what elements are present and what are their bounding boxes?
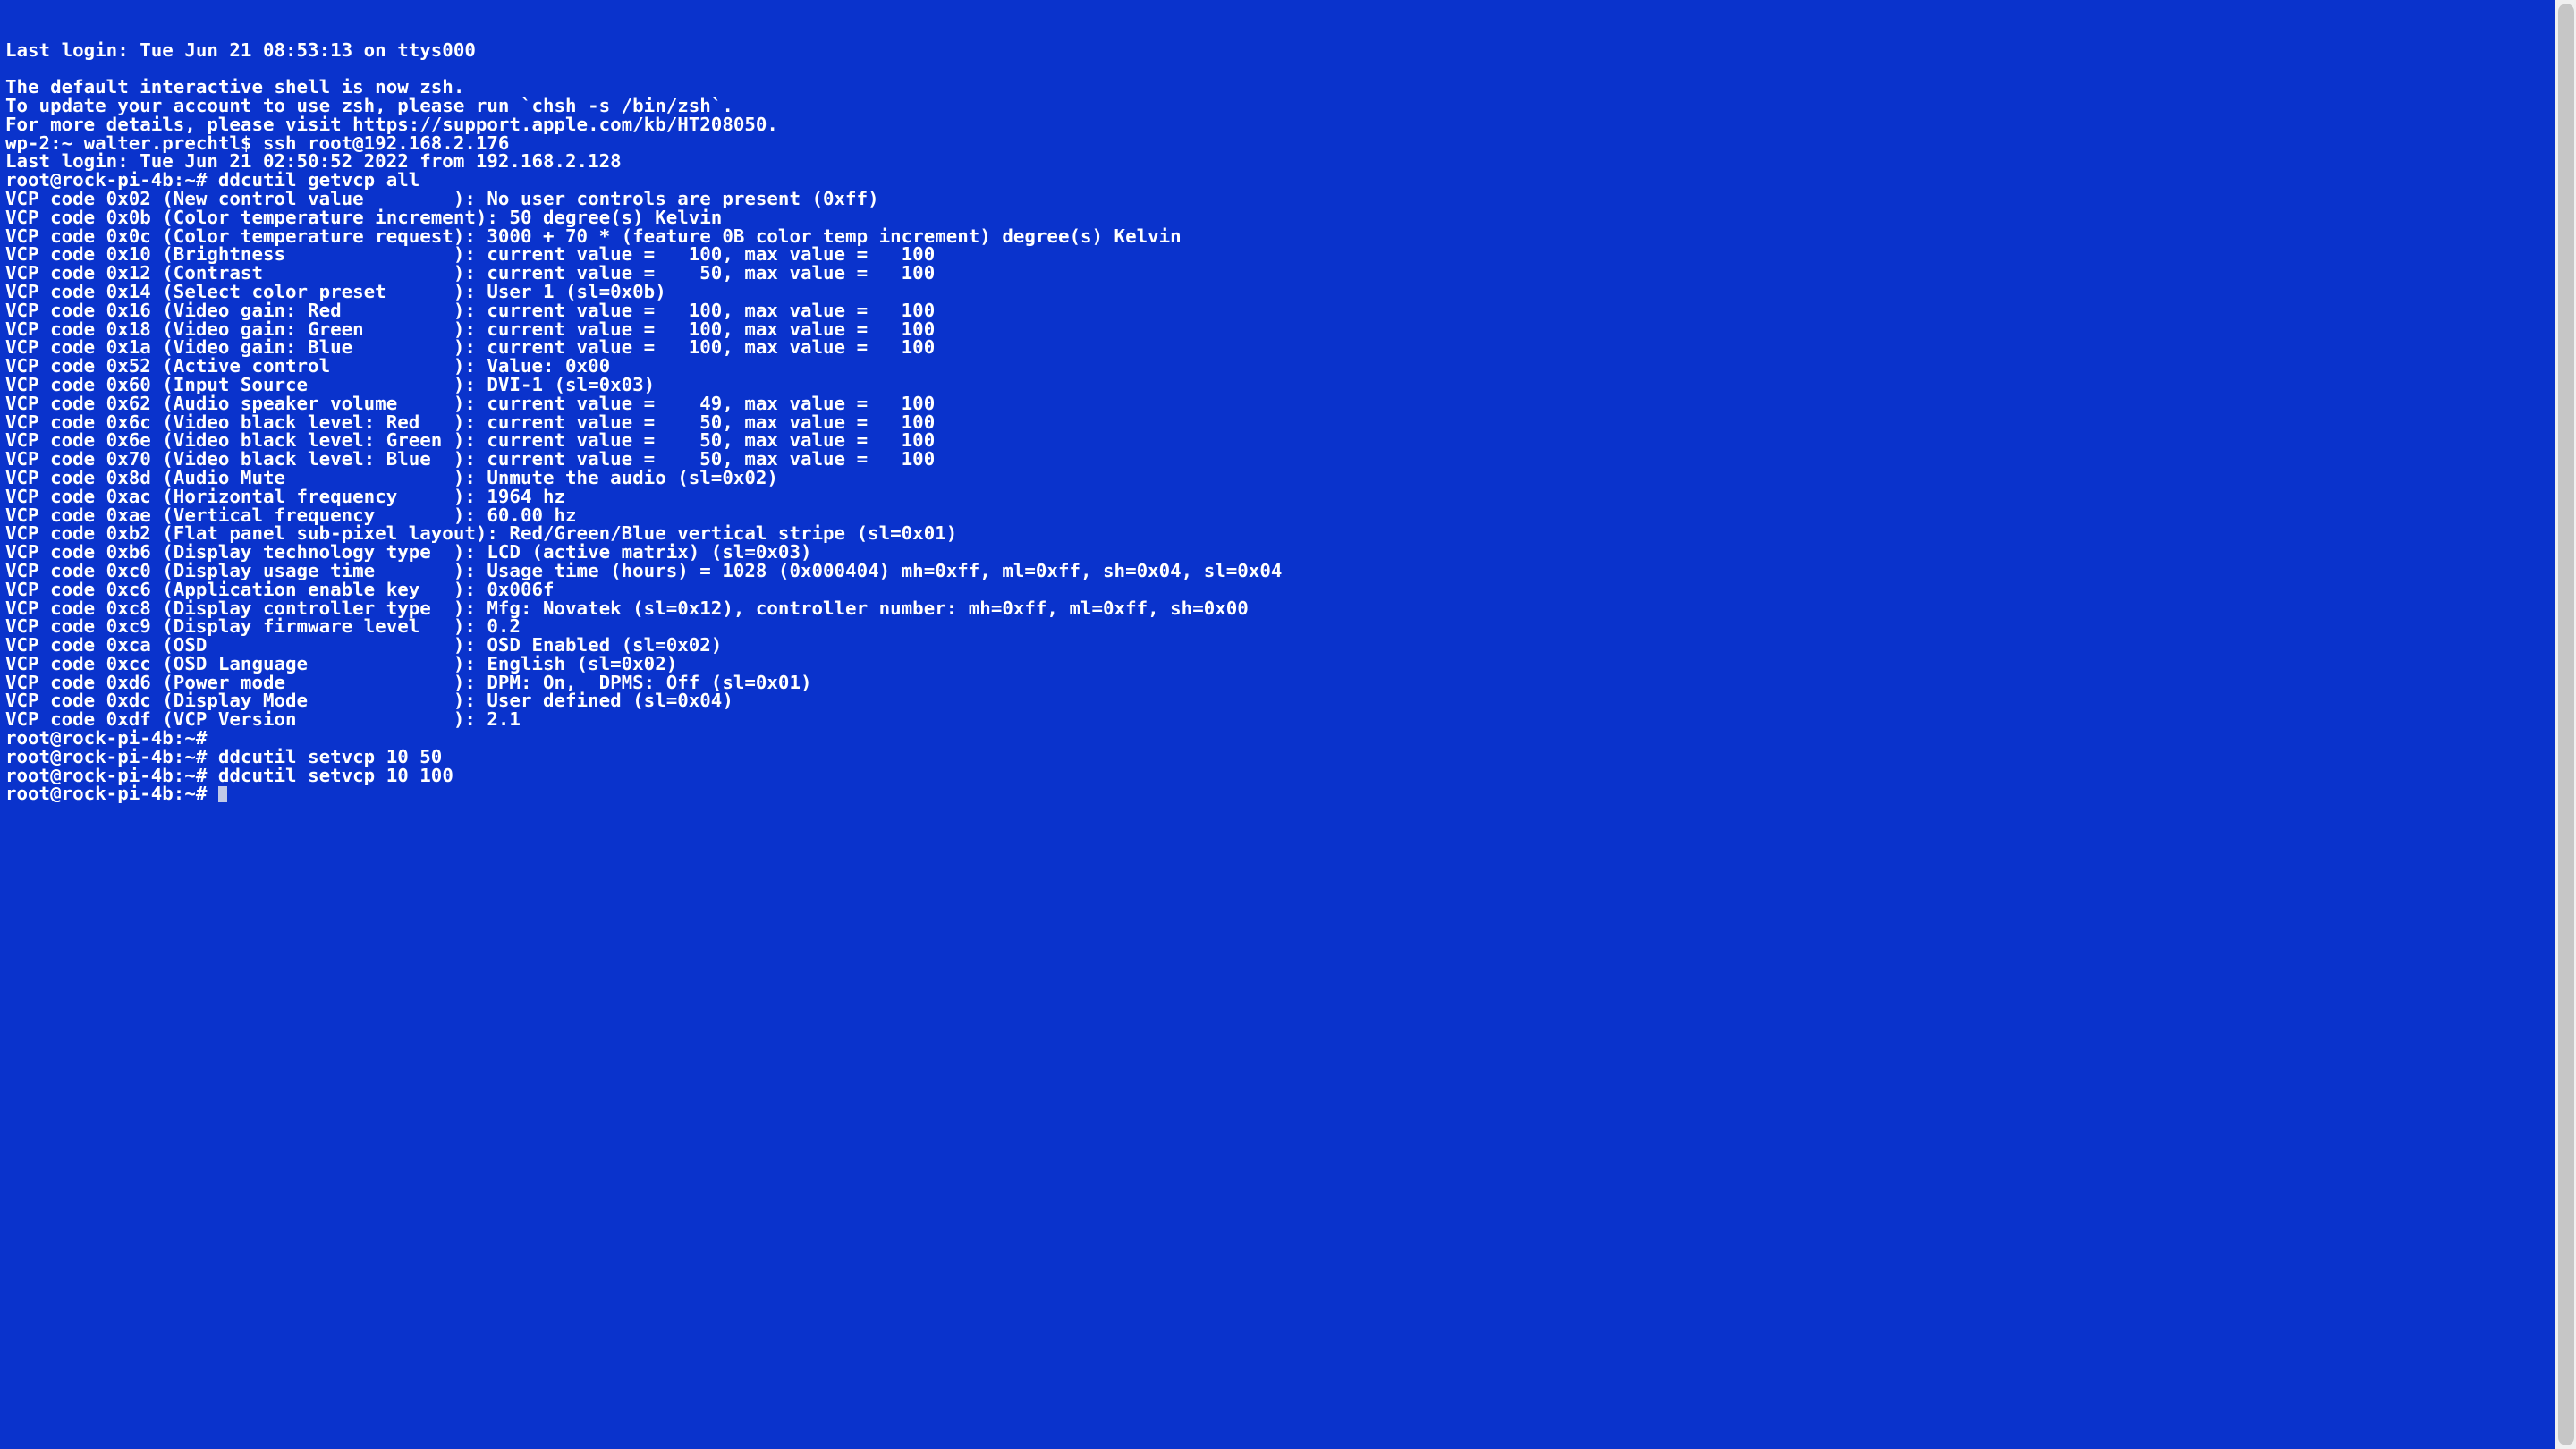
terminal-window[interactable]: Last login: Tue Jun 21 08:53:13 on ttys0… bbox=[0, 0, 2555, 1449]
terminal-line: The default interactive shell is now zsh… bbox=[5, 78, 2549, 97]
terminal-line: VCP code 0xca (OSD ): OSD Enabled (sl=0x… bbox=[5, 636, 2549, 655]
terminal-line: VCP code 0x18 (Video gain: Green ): curr… bbox=[5, 320, 2549, 339]
prompt-line: root@rock-pi-4b:~# ddcutil getvcp all bbox=[5, 171, 2549, 190]
terminal-line: VCP code 0x0c (Color temperature request… bbox=[5, 227, 2549, 246]
terminal-line: VCP code 0x02 (New control value ): No u… bbox=[5, 190, 2549, 208]
terminal-output: Last login: Tue Jun 21 08:53:13 on ttys0… bbox=[5, 41, 2549, 804]
terminal-line: Last login: Tue Jun 21 08:53:13 on ttys0… bbox=[5, 41, 2549, 60]
terminal-line: VCP code 0x14 (Select color preset ): Us… bbox=[5, 283, 2549, 301]
terminal-line: VCP code 0xdc (Display Mode ): User defi… bbox=[5, 691, 2549, 710]
terminal-line: VCP code 0x6c (Video black level: Red ):… bbox=[5, 413, 2549, 432]
terminal-line: VCP code 0x0b (Color temperature increme… bbox=[5, 208, 2549, 227]
terminal-line: VCP code 0x6e (Video black level: Green … bbox=[5, 431, 2549, 450]
terminal-line: VCP code 0x10 (Brightness ): current val… bbox=[5, 245, 2549, 264]
terminal-line: VCP code 0xd6 (Power mode ): DPM: On, DP… bbox=[5, 674, 2549, 692]
terminal-line: VCP code 0x8d (Audio Mute ): Unmute the … bbox=[5, 469, 2549, 487]
terminal-line: VCP code 0xc9 (Display firmware level ):… bbox=[5, 617, 2549, 636]
terminal-line: To update your account to use zsh, pleas… bbox=[5, 97, 2549, 115]
prompt-string: root@rock-pi-4b:~# bbox=[5, 783, 207, 804]
scrollbar-thumb[interactable] bbox=[2558, 4, 2574, 1445]
terminal-line: wp-2:~ walter.prechtl$ ssh root@192.168.… bbox=[5, 134, 2549, 153]
terminal-line: VCP code 0x1a (Video gain: Blue ): curre… bbox=[5, 338, 2549, 357]
terminal-line: VCP code 0x12 (Contrast ): current value… bbox=[5, 264, 2549, 283]
prompt-line: root@rock-pi-4b:~# bbox=[5, 784, 2549, 803]
terminal-line: VCP code 0xc8 (Display controller type )… bbox=[5, 599, 2549, 618]
terminal-line: Last login: Tue Jun 21 02:50:52 2022 fro… bbox=[5, 152, 2549, 171]
terminal-line: VCP code 0xac (Horizontal frequency ): 1… bbox=[5, 487, 2549, 506]
terminal-line: VCP code 0xb6 (Display technology type )… bbox=[5, 543, 2549, 562]
terminal-line: VCP code 0x52 (Active control ): Value: … bbox=[5, 357, 2549, 376]
prompt-line: root@rock-pi-4b:~# bbox=[5, 729, 2549, 748]
terminal-line: VCP code 0xcc (OSD Language ): English (… bbox=[5, 655, 2549, 674]
terminal-line: VCP code 0x60 (Input Source ): DVI-1 (sl… bbox=[5, 376, 2549, 394]
scrollbar-track[interactable] bbox=[2555, 0, 2576, 1449]
command-text: ddcutil setvcp 10 100 bbox=[218, 765, 453, 786]
terminal-line: VCP code 0x16 (Video gain: Red ): curren… bbox=[5, 301, 2549, 320]
terminal-line: VCP code 0x62 (Audio speaker volume ): c… bbox=[5, 394, 2549, 413]
terminal-line: VCP code 0xc0 (Display usage time ): Usa… bbox=[5, 562, 2549, 580]
terminal-line: VCP code 0xc6 (Application enable key ):… bbox=[5, 580, 2549, 599]
terminal-line: VCP code 0xb2 (Flat panel sub-pixel layo… bbox=[5, 524, 2549, 543]
prompt-line: root@rock-pi-4b:~# ddcutil setvcp 10 100 bbox=[5, 767, 2549, 785]
prompt-line: root@rock-pi-4b:~# ddcutil setvcp 10 50 bbox=[5, 748, 2549, 767]
terminal-line: VCP code 0xdf (VCP Version ): 2.1 bbox=[5, 710, 2549, 729]
terminal-line: VCP code 0x70 (Video black level: Blue )… bbox=[5, 450, 2549, 469]
terminal-line bbox=[5, 59, 2549, 78]
terminal-cursor bbox=[218, 786, 228, 802]
terminal-line: For more details, please visit https://s… bbox=[5, 115, 2549, 134]
terminal-line: VCP code 0xae (Vertical frequency ): 60.… bbox=[5, 506, 2549, 525]
